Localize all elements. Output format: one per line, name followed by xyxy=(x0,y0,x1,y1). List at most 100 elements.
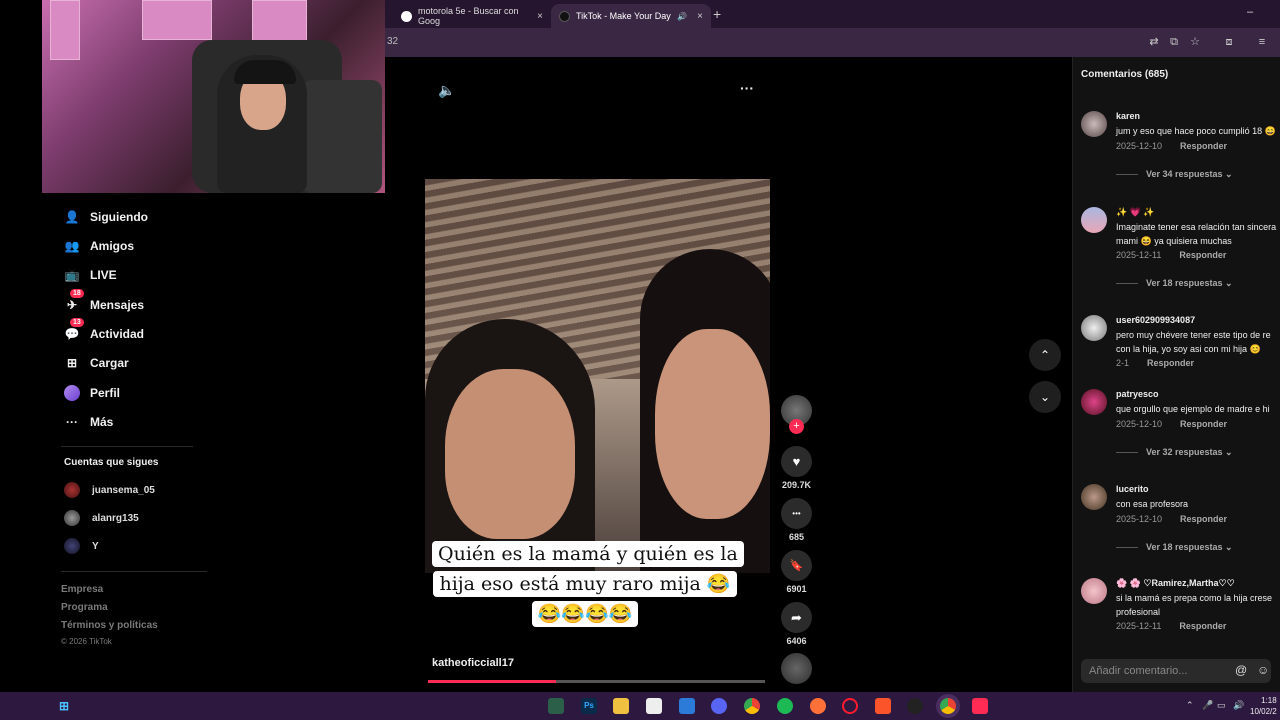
minimize-button[interactable]: – xyxy=(1247,6,1253,18)
comment-text: pero muy chévere tener este tipo de re co… xyxy=(1116,328,1280,356)
view-replies-button[interactable]: Ver 18 respuestas ⌄ xyxy=(1116,278,1233,289)
comment-username[interactable]: user602909934087 xyxy=(1116,315,1195,325)
reply-button[interactable]: Responder xyxy=(1179,250,1226,260)
tray-expand-icon[interactable]: ⌃ xyxy=(1186,700,1194,711)
close-tab-icon[interactable]: × xyxy=(697,11,703,22)
save-count: 6901 xyxy=(786,584,807,594)
new-tab-button[interactable]: + xyxy=(713,6,721,22)
microphone-icon[interactable]: 🎤 xyxy=(1202,700,1213,711)
photoshop-icon[interactable]: Ps xyxy=(581,698,597,714)
volume-icon[interactable]: 🔈 xyxy=(438,82,455,99)
following-account[interactable]: juansema_05 xyxy=(64,482,155,498)
bookmark-icon[interactable]: 🔖 xyxy=(781,550,812,581)
sidebar-item-profile[interactable]: Perfil xyxy=(64,383,120,403)
reply-button[interactable]: Responder xyxy=(1180,419,1227,429)
follow-plus-icon[interactable]: + xyxy=(789,419,804,434)
bookmark-star-icon[interactable]: ☆ xyxy=(1188,35,1202,49)
reply-button[interactable]: Responder xyxy=(1180,141,1227,151)
account-name: juansema_05 xyxy=(92,484,155,496)
speaker-icon[interactable]: 🔊 xyxy=(1233,700,1244,711)
reply-button[interactable]: Responder xyxy=(1179,621,1226,631)
close-tab-icon[interactable]: × xyxy=(537,11,543,22)
mail-icon[interactable] xyxy=(679,698,695,714)
comment-username[interactable]: ✨ 💗 ✨ xyxy=(1116,207,1155,218)
translate-icon[interactable]: ⇄ xyxy=(1147,35,1161,49)
media-control-icon[interactable]: ≡ xyxy=(1255,35,1269,49)
view-replies-button[interactable]: Ver 18 respuestas ⌄ xyxy=(1116,542,1233,553)
footer-link-company[interactable]: Empresa xyxy=(61,584,103,595)
clock-date: 10/02/2 xyxy=(1250,707,1277,716)
video-menu-icon[interactable]: ··· xyxy=(740,80,754,96)
system-clock[interactable]: 1:18 10/02/2 xyxy=(1250,695,1277,717)
comment-input[interactable] xyxy=(1089,663,1229,679)
sidebar-item-friends[interactable]: 👥 Amigos xyxy=(64,236,135,256)
spotify-icon[interactable] xyxy=(777,698,793,714)
emoji-icon[interactable]: ☺ xyxy=(1257,663,1269,677)
sidebar-item-activity[interactable]: 💬 13 Actividad xyxy=(64,318,144,344)
extensions-icon[interactable]: ⧈ xyxy=(1222,35,1236,49)
comment-username[interactable]: 🌸 🌸 ♡Ramirez,Martha♡♡ xyxy=(1116,578,1235,589)
comment-line: Imaginate tener esa relación tan sincera xyxy=(1116,222,1277,232)
install-app-icon[interactable]: ⧉ xyxy=(1167,35,1181,49)
footer-link-terms[interactable]: Términos y políticas xyxy=(61,620,158,631)
footer-link-program[interactable]: Programa xyxy=(61,602,108,613)
messages-icon: ✈ 18 xyxy=(64,289,84,313)
tab-title: TikTok - Make Your Day xyxy=(576,11,671,21)
account-name: Y xyxy=(92,540,99,552)
following-account[interactable]: alanrg135 xyxy=(64,510,139,526)
previous-video-button[interactable]: ⌃ xyxy=(1029,339,1061,371)
reply-button[interactable]: Responder xyxy=(1147,358,1194,368)
obs-icon[interactable] xyxy=(907,698,923,714)
network-icon[interactable]: ▭ xyxy=(1217,700,1226,711)
following-account[interactable]: Y xyxy=(64,538,99,554)
taskbar-app-icon[interactable] xyxy=(548,698,564,714)
tab-google-search[interactable]: motorola 5e - Buscar con Goog × xyxy=(393,4,551,28)
comment-username[interactable]: karen xyxy=(1116,111,1140,121)
comment-username[interactable]: patryesco xyxy=(1116,389,1159,399)
sidebar-item-upload[interactable]: ⊞ Cargar xyxy=(64,353,129,373)
sidebar-item-more[interactable]: ··· Más xyxy=(64,412,113,432)
comment-username[interactable]: lucerito xyxy=(1116,484,1149,494)
chrome-active-icon[interactable] xyxy=(940,698,956,714)
video-author[interactable]: katheoficciall17 xyxy=(432,657,514,669)
comment-action[interactable]: ••• 685 xyxy=(781,498,812,542)
heart-icon[interactable]: ♥ xyxy=(781,446,812,477)
tiktok-app-icon[interactable] xyxy=(972,698,988,714)
audio-playing-icon[interactable]: 🔊 xyxy=(677,12,687,21)
comment-item: ✨ 💗 ✨ Imaginate tener esa relación tan s… xyxy=(1073,207,1280,317)
video-player[interactable] xyxy=(425,179,770,573)
sidebar-item-live[interactable]: 📺 LIVE xyxy=(64,265,117,285)
file-explorer-icon[interactable] xyxy=(613,698,629,714)
sidebar-item-messages[interactable]: ✈ 18 Mensajes xyxy=(64,289,144,315)
chrome-icon[interactable] xyxy=(744,698,760,714)
comment-icon[interactable]: ••• xyxy=(781,498,812,529)
discord-icon[interactable] xyxy=(711,698,727,714)
mention-icon[interactable]: @ xyxy=(1235,663,1247,677)
video-progress-bar[interactable] xyxy=(428,680,765,683)
reply-button[interactable]: Responder xyxy=(1180,514,1227,524)
url-text[interactable]: 32 xyxy=(387,36,398,47)
avatar[interactable] xyxy=(1081,484,1107,510)
next-video-button[interactable]: ⌄ xyxy=(1029,381,1061,413)
save-action[interactable]: 🔖 6901 xyxy=(781,550,812,594)
firefox-icon[interactable] xyxy=(810,698,826,714)
next-video-avatar[interactable] xyxy=(781,653,812,684)
windows-start-icon[interactable]: ⊞ xyxy=(56,698,72,714)
view-replies-button[interactable]: Ver 34 respuestas ⌄ xyxy=(1116,169,1233,180)
opera-icon[interactable] xyxy=(842,698,858,714)
like-action[interactable]: ♥ 209.7K xyxy=(781,446,812,490)
avatar[interactable] xyxy=(1081,207,1107,233)
google-icon xyxy=(401,10,412,22)
comment-date: 2025-12-11 xyxy=(1116,621,1162,631)
share-icon[interactable]: ➦ xyxy=(781,602,812,633)
sidebar-item-following[interactable]: 👤 Siguiendo xyxy=(64,207,148,227)
tab-tiktok[interactable]: TikTok - Make Your Day 🔊 × xyxy=(551,4,711,28)
view-replies-button[interactable]: Ver 32 respuestas ⌄ xyxy=(1116,447,1233,458)
share-action[interactable]: ➦ 6406 xyxy=(781,602,812,646)
store-icon[interactable] xyxy=(646,698,662,714)
avatar[interactable] xyxy=(1081,315,1107,341)
avatar[interactable] xyxy=(1081,111,1107,137)
brave-icon[interactable] xyxy=(875,698,891,714)
avatar[interactable] xyxy=(1081,389,1107,415)
avatar[interactable] xyxy=(1081,578,1107,604)
